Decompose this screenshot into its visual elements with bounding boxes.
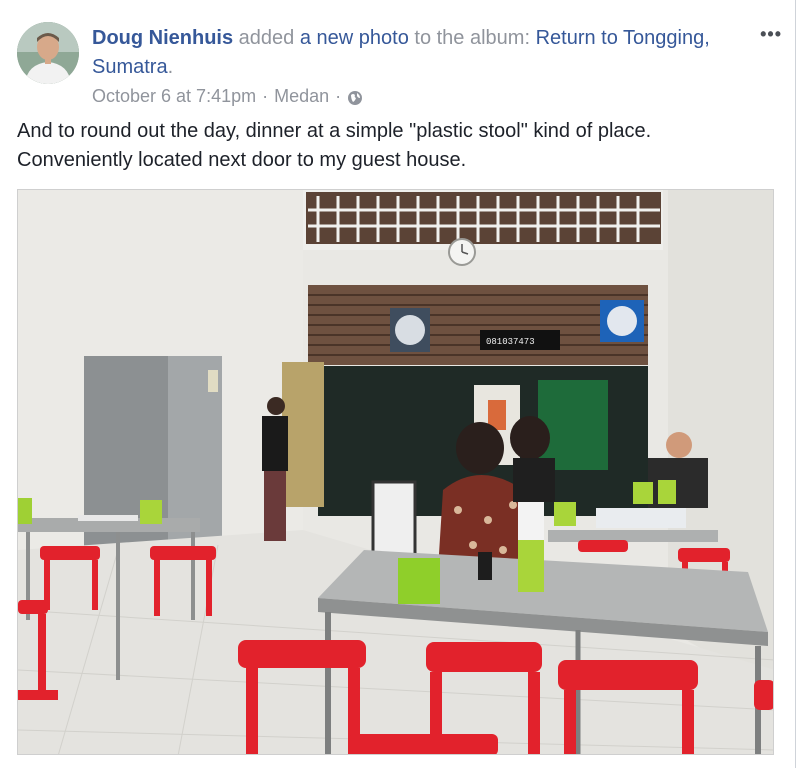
- post-timestamp[interactable]: October 6 at 7:41pm: [92, 84, 256, 108]
- post-photo[interactable]: 081037473: [17, 189, 774, 755]
- new-photo-link[interactable]: a new photo: [300, 27, 409, 49]
- restaurant-photo-illustration: 081037473: [18, 190, 773, 754]
- action-text: added: [233, 27, 300, 49]
- post-header: Doug Nienhuis added a new photo to the a…: [92, 24, 732, 82]
- post-message-line: Conveniently located next door to my gue…: [17, 149, 467, 171]
- feed-post: Doug Nienhuis added a new photo to the a…: [0, 0, 796, 768]
- album-suffix-text: .: [167, 56, 174, 78]
- author-name-link[interactable]: Doug Nienhuis: [92, 27, 233, 49]
- author-avatar[interactable]: [17, 22, 79, 84]
- post-message: And to round out the day, dinner at a si…: [17, 117, 777, 175]
- led-sign-text: 081037473: [486, 337, 535, 347]
- post-meta: October 6 at 7:41pm · Medan ·: [92, 84, 363, 108]
- globe-icon[interactable]: [347, 88, 363, 105]
- meta-separator: ·: [335, 86, 342, 106]
- post-location[interactable]: Medan: [274, 84, 329, 108]
- more-options-icon[interactable]: •••: [760, 24, 782, 45]
- meta-separator: ·: [262, 86, 269, 106]
- album-prefix-text: to the album:: [408, 27, 536, 49]
- post-message-line: And to round out the day, dinner at a si…: [17, 120, 652, 142]
